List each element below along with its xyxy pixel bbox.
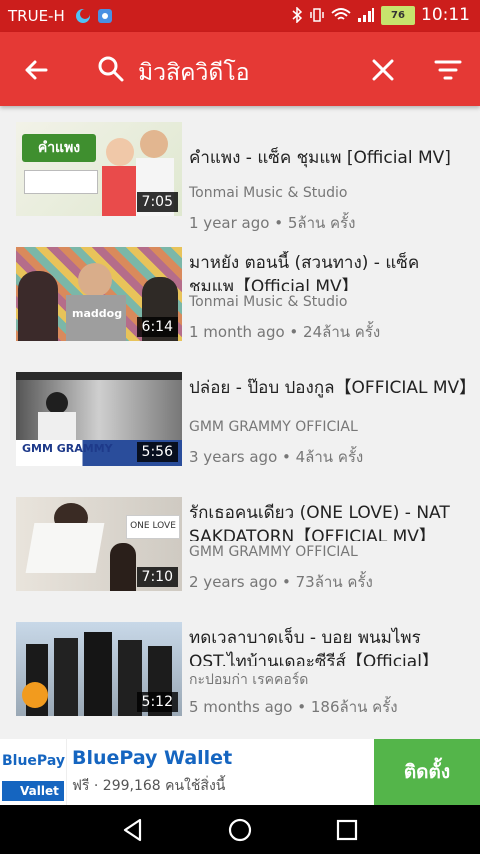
recents-square-icon[interactable] — [334, 817, 360, 843]
thumbnail-caption: คำแพง — [22, 134, 96, 162]
clock: 10:11 — [421, 5, 470, 25]
channel-name: Tonmai Music & Studio — [189, 185, 348, 201]
thumbnail-caption: maddog — [72, 307, 123, 320]
view-count: 4ล้าน ครั้ง — [295, 448, 364, 466]
ad-title: BluePay Wallet — [72, 747, 233, 769]
system-nav-bar — [0, 805, 480, 854]
video-meta: 2 years ago • 73ล้าน ครั้ง — [189, 573, 373, 591]
search-input[interactable]: มิวสิควิดีโอ — [138, 55, 250, 91]
video-result[interactable]: 5:12 ทดเวลาบาดเจ็บ - บอย พนมไพร OST.ไทบ้… — [0, 622, 480, 747]
video-duration: 5:12 — [136, 692, 178, 712]
video-title[interactable]: มาหยัง ตอนนี้ (สวนทาง) - แซ็ค ชุมแพ【Offi… — [189, 251, 469, 291]
battery-icon: 76 — [381, 5, 415, 25]
view-count: 24ล้าน ครั้ง — [303, 323, 381, 341]
video-meta: 1 month ago • 24ล้าน ครั้ง — [189, 323, 381, 341]
video-thumbnail[interactable]: GMM GRAMMY 5:56 — [16, 372, 182, 466]
bluetooth-icon — [292, 7, 303, 23]
channel-name: GMM GRAMMY OFFICIAL — [189, 419, 358, 435]
video-duration: 7:05 — [136, 192, 178, 212]
upload-age: 5 months ago — [189, 698, 293, 716]
install-button[interactable]: ติดตั้ง — [374, 739, 480, 805]
video-title[interactable]: ปล่อย - ป๊อบ ปองกูล【OFFICIAL MV】 — [189, 376, 469, 400]
upload-age: 1 month ago — [189, 323, 285, 341]
video-result[interactable]: ONE LOVE 7:10 รักเธอคนเดียว (ONE LOVE) -… — [0, 497, 480, 622]
video-meta: 5 months ago • 186ล้าน ครั้ง — [189, 698, 398, 716]
video-result[interactable]: GMM GRAMMY 5:56 ปล่อย - ป๊อบ ปองกูล【OFFI… — [0, 372, 480, 497]
label-logo — [22, 682, 48, 708]
filter-icon[interactable] — [433, 57, 463, 83]
video-thumbnail[interactable]: maddog 6:14 — [16, 247, 182, 341]
channel-name: Tonmai Music & Studio — [189, 294, 348, 310]
video-title[interactable]: คำแพง - แซ็ค ชุมแพ [Official MV] — [189, 146, 469, 170]
channel-name: กะปอมก่า เรคคอร์ด — [189, 672, 309, 688]
video-duration: 5:56 — [136, 442, 178, 462]
video-meta: 1 year ago • 5ล้าน ครั้ง — [189, 214, 356, 232]
status-bar: TRUE-H 76 10:11 — [0, 0, 480, 32]
view-count: 73ล้าน ครั้ง — [295, 573, 373, 591]
video-duration: 6:14 — [136, 317, 178, 337]
video-title[interactable]: ทดเวลาบาดเจ็บ - บอย พนมไพร OST.ไทบ้านเดอ… — [189, 626, 469, 666]
thumbnail-caption: ONE LOVE — [126, 515, 180, 539]
search-app-bar: มิวสิควิดีโอ — [0, 32, 480, 106]
search-icon — [98, 56, 124, 82]
video-meta: 3 years ago • 4ล้าน ครั้ง — [189, 448, 364, 466]
notification-icon — [98, 9, 112, 23]
channel-name: GMM GRAMMY OFFICIAL — [189, 544, 358, 560]
ad-banner[interactable]: BluePay Vallet BluePay Wallet ฟรี · 299,… — [0, 739, 480, 805]
video-result[interactable]: คำแพง 7:05 คำแพง - แซ็ค ชุมแพ [Official … — [0, 122, 480, 247]
arrow-back-icon[interactable] — [20, 54, 52, 86]
video-thumbnail[interactable]: คำแพง 7:05 — [16, 122, 182, 216]
video-thumbnail[interactable]: 5:12 — [16, 622, 182, 716]
thumbnail-caption: GMM GRAMMY — [22, 442, 113, 455]
signal-icon — [358, 8, 374, 22]
view-count: 5ล้าน ครั้ง — [287, 214, 356, 232]
moon-icon — [76, 9, 90, 23]
home-circle-icon[interactable] — [227, 817, 253, 843]
bluepay-logo: BluePay Vallet — [0, 739, 67, 805]
video-title[interactable]: รักเธอคนเดียว (ONE LOVE) - NAT SAKDATORN… — [189, 501, 469, 541]
wifi-icon — [331, 8, 351, 20]
back-triangle-icon[interactable] — [120, 817, 146, 843]
close-icon[interactable] — [370, 57, 396, 83]
view-count: 186ล้าน ครั้ง — [310, 698, 398, 716]
carrier-label: TRUE-H — [8, 7, 65, 25]
video-thumbnail[interactable]: ONE LOVE 7:10 — [16, 497, 182, 591]
upload-age: 2 years ago — [189, 573, 278, 591]
video-duration: 7:10 — [136, 567, 178, 587]
ad-subtitle: ฟรี · 299,168 คนใช้สิ่งนี้ — [72, 778, 226, 794]
upload-age: 1 year ago — [189, 214, 270, 232]
vibrate-icon — [310, 8, 324, 22]
video-result[interactable]: maddog 6:14 มาหยัง ตอนนี้ (สวนทาง) - แซ็… — [0, 247, 480, 372]
upload-age: 3 years ago — [189, 448, 278, 466]
